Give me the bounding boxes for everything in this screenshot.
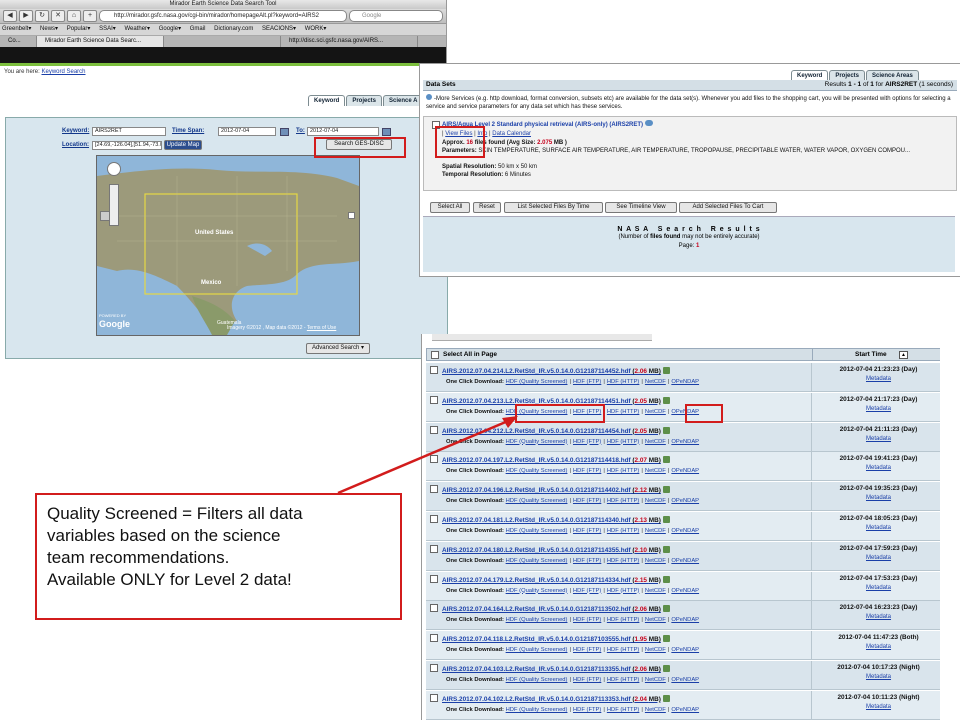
annotation-arrow: [337, 416, 518, 495]
